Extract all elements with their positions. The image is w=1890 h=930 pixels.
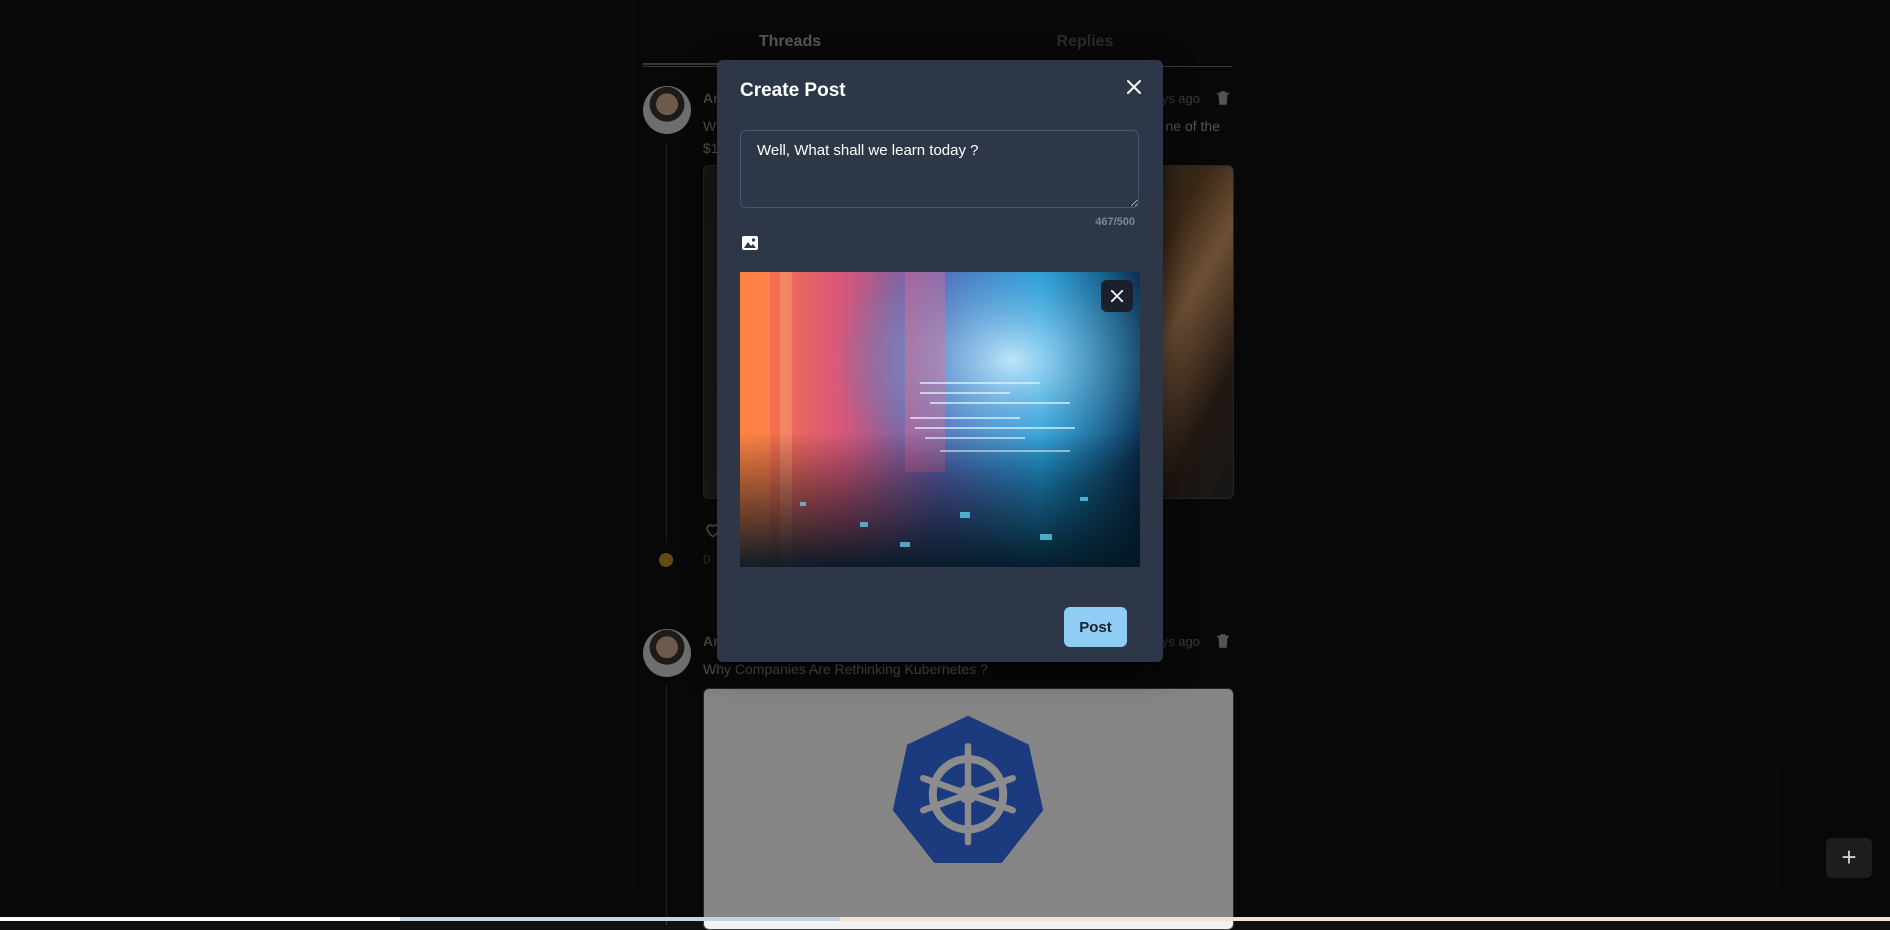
remove-image-button[interactable]	[1101, 280, 1133, 312]
char-count: 467/500	[1095, 216, 1135, 228]
create-post-fab[interactable]: +	[1826, 838, 1872, 878]
image-preview	[740, 272, 1140, 567]
post-button[interactable]: Post	[1064, 607, 1127, 647]
plus-icon: +	[1841, 842, 1857, 872]
close-icon	[1127, 80, 1141, 94]
create-post-modal: Create Post Well, What shall we learn to…	[717, 60, 1163, 662]
modal-title: Create Post	[740, 80, 846, 101]
image-preview-graphic	[740, 272, 1140, 567]
taskbar-strip	[0, 917, 1890, 921]
image-icon[interactable]	[741, 234, 759, 252]
post-text-input[interactable]: Well, What shall we learn today ?	[740, 130, 1139, 208]
modal-close-button[interactable]	[1119, 72, 1149, 102]
close-icon	[1110, 289, 1124, 303]
